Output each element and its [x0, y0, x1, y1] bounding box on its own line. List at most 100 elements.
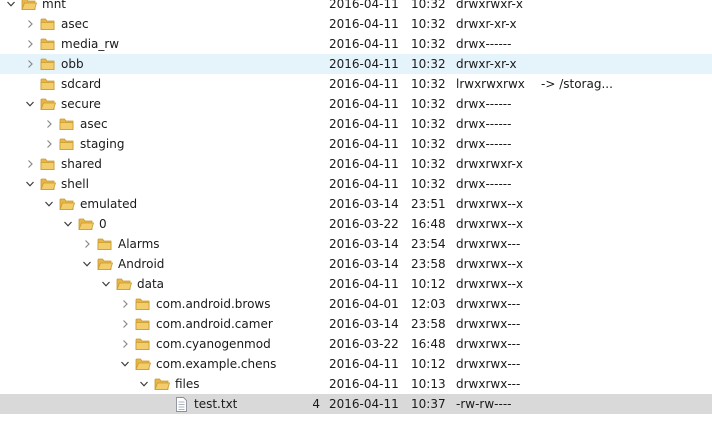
entry-size	[280, 34, 320, 54]
chevron-down-icon[interactable]	[41, 194, 57, 214]
entry-name: test.txt	[194, 397, 238, 411]
tree-node: asec	[22, 14, 89, 34]
chevron-down-icon[interactable]	[117, 354, 133, 374]
chevron-right-icon[interactable]	[117, 314, 133, 334]
folder-icon	[135, 336, 151, 352]
entry-permissions: drwx------	[456, 177, 512, 191]
chevron-down-icon[interactable]	[136, 374, 152, 394]
folder-row[interactable]: staging 2016-04-11 10:32 drwx------	[0, 134, 712, 154]
entry-permissions: drwxrwx---	[456, 317, 521, 331]
entry-name: files	[175, 377, 200, 391]
entry-size	[280, 234, 320, 254]
entry-date: 2016-04-11	[329, 277, 399, 291]
entry-name: data	[137, 277, 165, 291]
tree-node: media_rw	[22, 34, 119, 54]
chevron-right-icon[interactable]	[22, 154, 38, 174]
folder-row[interactable]: data 2016-04-11 10:12 drwxrwx--x	[0, 274, 712, 294]
chevron-right-icon[interactable]	[117, 294, 133, 314]
folder-row[interactable]: com.cyanogenmod 2016-03-22 16:48 drwxrwx---	[0, 334, 712, 354]
folder-icon	[97, 256, 113, 272]
folder-row[interactable]: com.android.brows 2016-04-01 12:03 drwxrwx-…	[0, 294, 712, 314]
folder-row[interactable]: 0 2016-03-22 16:48 drwxrwx--x	[0, 214, 712, 234]
folder-icon	[40, 36, 56, 52]
entry-time: 10:12	[411, 357, 446, 371]
entry-name: com.android.camer	[156, 317, 273, 331]
folder-row[interactable]: media_rw 2016-04-11 10:32 drwx------	[0, 34, 712, 54]
file-row[interactable]: test.txt 4 2016-04-11 10:37 -rw-rw----	[0, 394, 712, 414]
entry-time: 12:03	[411, 297, 446, 311]
entry-name: emulated	[80, 197, 138, 211]
tree-node: com.android.brows	[117, 294, 271, 314]
entry-time: 23:54	[411, 237, 446, 251]
folder-row[interactable]: shell 2016-04-11 10:32 drwx------	[0, 174, 712, 194]
tree-node: Alarms	[79, 234, 160, 254]
entry-permissions: drwxrwxr-x	[456, 157, 523, 171]
tree-node: sdcard	[22, 74, 101, 94]
chevron-right-icon[interactable]	[41, 134, 57, 154]
entry-info	[541, 114, 712, 134]
tree-node: shell	[22, 174, 89, 194]
chevron-right-icon[interactable]	[22, 54, 38, 74]
folder-icon	[40, 156, 56, 172]
chevron-right-icon[interactable]	[41, 114, 57, 134]
entry-info	[541, 254, 712, 274]
tree-node: com.cyanogenmod	[117, 334, 271, 354]
folder-icon	[59, 196, 75, 212]
folder-row[interactable]: emulated 2016-03-14 23:51 drwxrwx--x	[0, 194, 712, 214]
chevron-down-icon[interactable]	[22, 94, 38, 114]
entry-name: Android	[118, 257, 165, 271]
entry-time: 10:32	[411, 37, 446, 51]
entry-info	[541, 354, 712, 374]
chevron-right-icon[interactable]	[79, 234, 95, 254]
entry-date: 2016-04-11	[329, 37, 399, 51]
folder-icon	[40, 56, 56, 72]
chevron-down-icon[interactable]	[79, 254, 95, 274]
entry-date: 2016-04-11	[329, 77, 399, 91]
entry-date: 2016-03-14	[329, 317, 399, 331]
folder-row[interactable]: asec 2016-04-11 10:32 drwxr-xr-x	[0, 14, 712, 34]
folder-row[interactable]: Android 2016-03-14 23:58 drwxrwx--x	[0, 254, 712, 274]
folder-row[interactable]: asec 2016-04-11 10:32 drwx------	[0, 114, 712, 134]
folder-row[interactable]: com.android.camer 2016-03-14 23:58 drwxrwx-…	[0, 314, 712, 334]
entry-info	[541, 194, 712, 214]
folder-row[interactable]: mnt 2016-04-11 10:32 drwxrwxr-x	[0, 0, 712, 14]
folder-row[interactable]: obb 2016-04-11 10:32 drwxr-xr-x	[0, 54, 712, 74]
folder-row[interactable]: Alarms 2016-03-14 23:54 drwxrwx---	[0, 234, 712, 254]
entry-size	[280, 174, 320, 194]
entry-info	[541, 294, 712, 314]
folder-row[interactable]: com.example.chens 2016-04-11 10:12 drwxrwx-…	[0, 354, 712, 374]
entry-time: 10:32	[411, 177, 446, 191]
entry-permissions: drwxrwx---	[456, 297, 521, 311]
entry-info	[541, 154, 712, 174]
entry-date: 2016-04-11	[329, 377, 399, 391]
entry-info	[541, 274, 712, 294]
folder-row[interactable]: shared 2016-04-11 10:32 drwxrwxr-x	[0, 154, 712, 174]
entry-info	[541, 214, 712, 234]
chevron-right-icon[interactable]	[22, 14, 38, 34]
entry-permissions: drwxr-xr-x	[456, 57, 517, 71]
entry-info	[541, 334, 712, 354]
entry-date: 2016-03-14	[329, 257, 399, 271]
chevron-down-icon[interactable]	[60, 214, 76, 234]
entry-name: sdcard	[61, 77, 102, 91]
folder-icon	[40, 176, 56, 192]
entry-date: 2016-04-01	[329, 297, 399, 311]
folder-row[interactable]: secure 2016-04-11 10:32 drwx------	[0, 94, 712, 114]
entry-name: shared	[61, 157, 102, 171]
folder-row[interactable]: files 2016-04-11 10:13 drwxrwx---	[0, 374, 712, 394]
entry-name: com.cyanogenmod	[156, 337, 271, 351]
chevron-down-icon[interactable]	[22, 174, 38, 194]
toggle-spacer	[22, 74, 38, 94]
folder-row[interactable]: sdcard 2016-04-11 10:32 lrwxrwxrwx -> /stora…	[0, 74, 712, 94]
entry-size	[280, 14, 320, 34]
entry-permissions: -rw-rw----	[456, 397, 512, 411]
entry-permissions: drwx------	[456, 97, 512, 111]
chevron-down-icon[interactable]	[3, 0, 19, 14]
folder-icon	[78, 216, 94, 232]
entry-date: 2016-04-11	[329, 117, 399, 131]
tree-node: staging	[41, 134, 124, 154]
chevron-down-icon[interactable]	[98, 274, 114, 294]
chevron-right-icon[interactable]	[117, 334, 133, 354]
entry-date: 2016-04-11	[329, 0, 399, 11]
chevron-right-icon[interactable]	[22, 34, 38, 54]
